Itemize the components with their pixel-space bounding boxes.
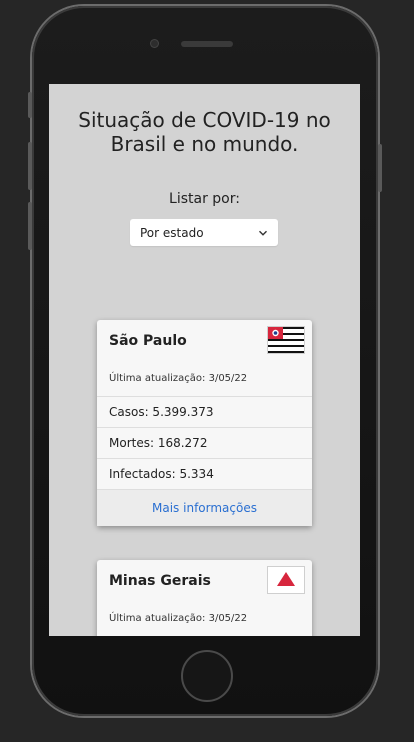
page-title-text: Situação de COVID-19 no Brasil e no mund… <box>78 108 331 156</box>
flag-sao-paulo-icon <box>268 327 304 353</box>
state-name: São Paulo <box>109 333 187 349</box>
state-card-header: Minas Gerais <box>97 560 312 604</box>
front-camera <box>151 40 158 47</box>
volume-down-button <box>28 202 32 250</box>
more-info-link[interactable]: Mais informações <box>97 489 312 526</box>
silent-switch <box>28 92 32 118</box>
state-name: Minas Gerais <box>109 573 211 589</box>
state-infected: Infectados: 5.334 <box>97 458 312 489</box>
state-cases: Casos: 5.399.373 <box>97 396 312 427</box>
list-by-select-value: Por estado <box>140 225 204 240</box>
app-screen: Situação de COVID-19 no Brasil e no mund… <box>49 84 360 636</box>
chevron-down-icon <box>259 230 267 236</box>
home-button[interactable] <box>181 650 233 702</box>
state-last-update: Última atualização: 3/05/22 <box>109 613 248 624</box>
list-by-select[interactable]: Por estado <box>130 219 278 246</box>
earpiece-speaker <box>181 41 233 47</box>
list-by-label: Listar por: <box>169 191 240 207</box>
state-card-header: São Paulo <box>97 320 312 364</box>
state-deaths: Mortes: 168.272 <box>97 427 312 458</box>
state-card: Minas Gerais Última atualização: 3/05/22 <box>97 560 312 636</box>
page-title: Situação de COVID-19 no Brasil e no mund… <box>49 108 360 156</box>
volume-up-button <box>28 142 32 190</box>
flag-minas-gerais-icon <box>268 567 304 593</box>
state-card: São Paulo Última atualização: 3/05/22 Ca… <box>97 320 312 526</box>
power-button <box>378 144 382 192</box>
state-last-update: Última atualização: 3/05/22 <box>109 373 248 384</box>
